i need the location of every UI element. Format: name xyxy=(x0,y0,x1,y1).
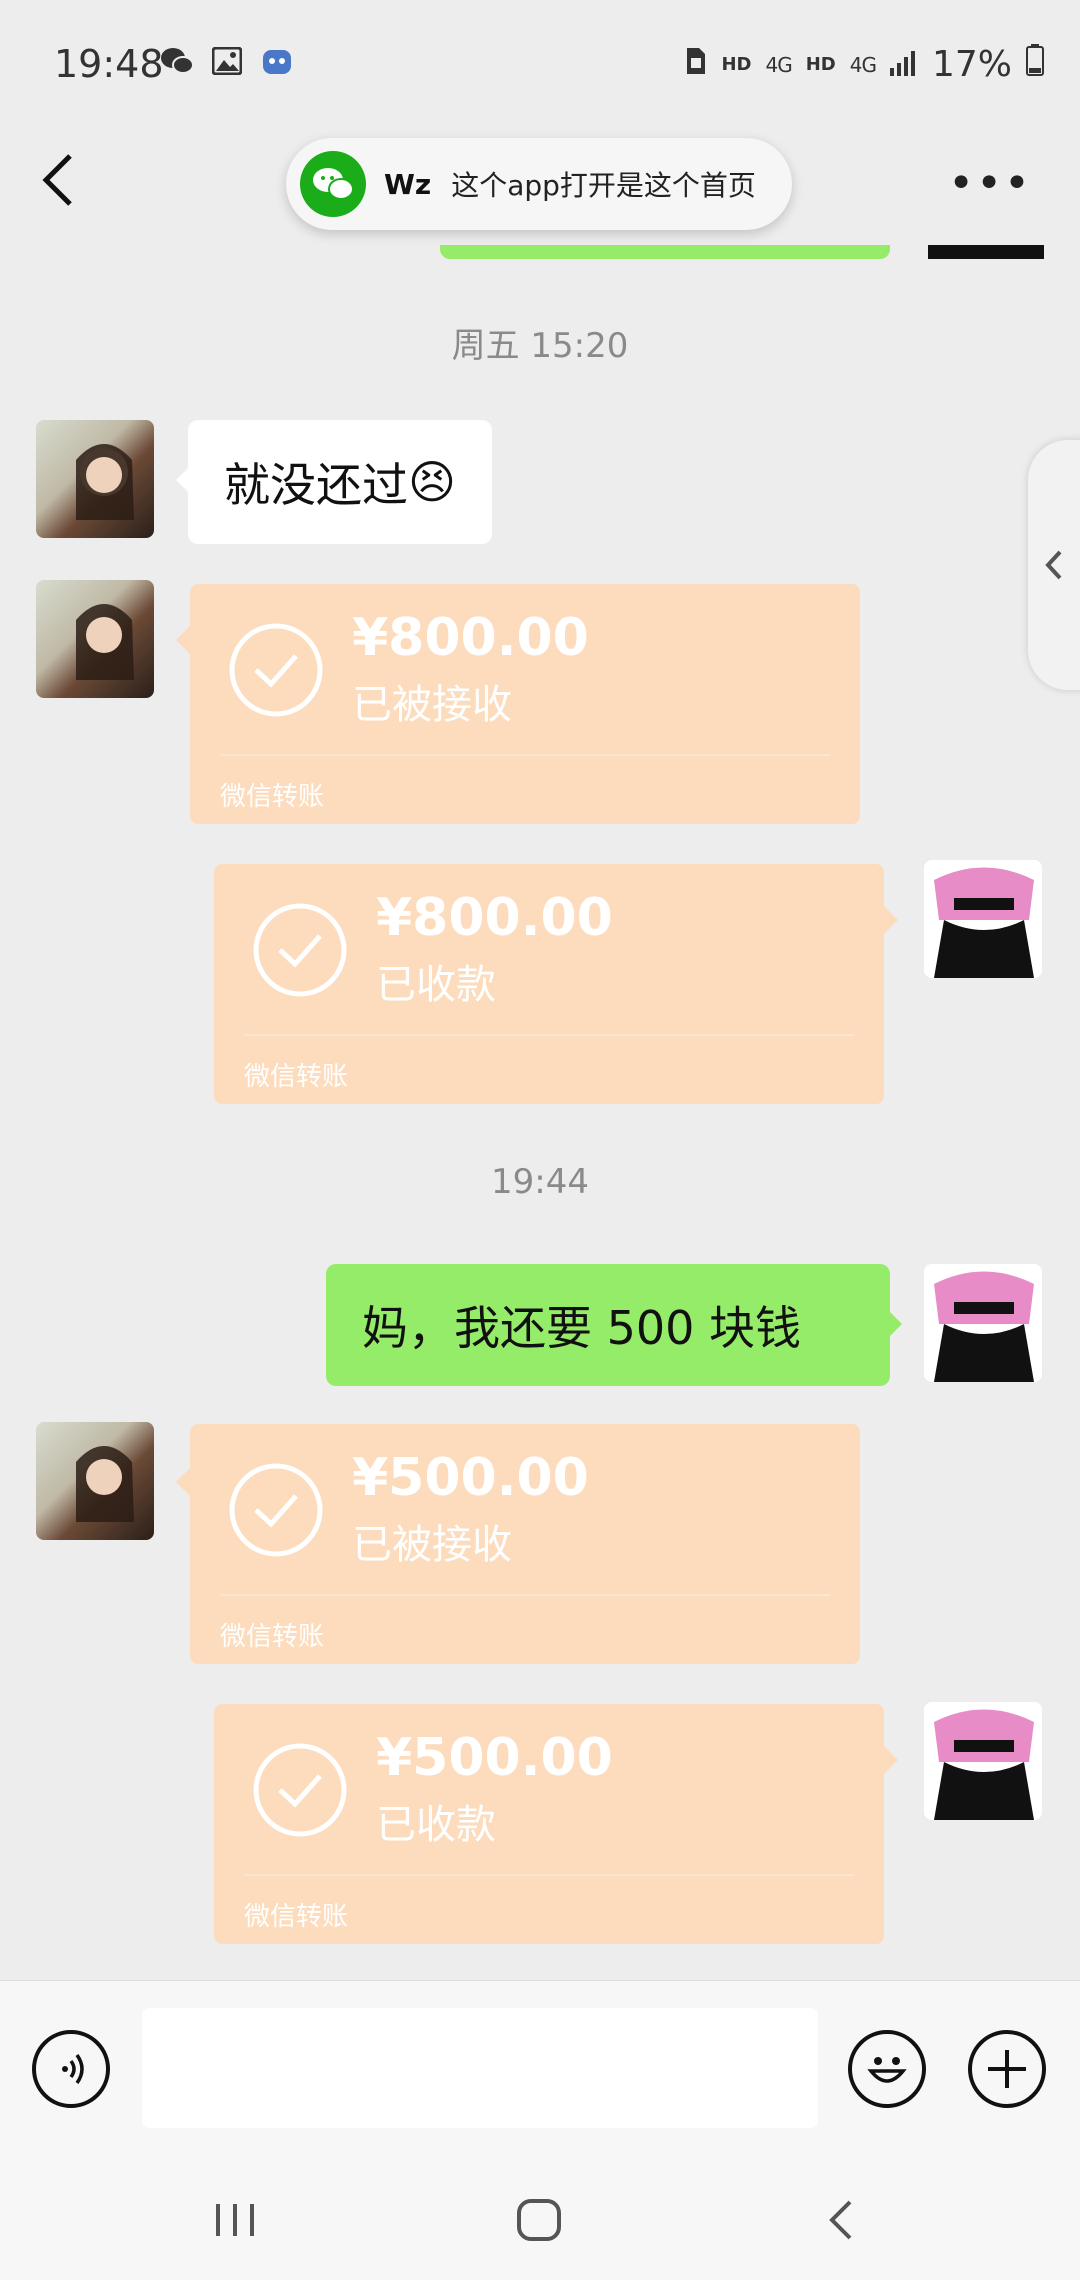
emoji: 😣 xyxy=(408,455,456,509)
network-type-1: 4G xyxy=(765,52,793,77)
timestamp: 周五 15:20 xyxy=(451,326,629,366)
previous-avatar-peek xyxy=(928,245,1044,259)
message-text: 妈，我还要 500 块钱 xyxy=(362,1301,802,1355)
my-avatar[interactable] xyxy=(924,1264,1042,1382)
previous-message-peek xyxy=(440,245,890,259)
more-functions-button[interactable] xyxy=(968,2030,1046,2108)
transfer-amount: ¥500.00 xyxy=(352,1448,589,1508)
battery-percent: 17% xyxy=(931,44,1012,85)
timestamp: 19:44 xyxy=(491,1162,589,1202)
check-circle-icon xyxy=(252,1742,348,1838)
robot-icon xyxy=(260,46,294,76)
contact-avatar[interactable] xyxy=(36,1422,154,1540)
transfer-footer: 微信转账 xyxy=(244,1902,349,1932)
check-circle-icon xyxy=(228,622,324,718)
signal-icon xyxy=(889,44,918,85)
plus-icon xyxy=(988,2050,1026,2088)
battery-icon xyxy=(1026,44,1044,85)
status-bar: 19:48 HD 4G HD 4G 17% xyxy=(0,0,1080,130)
network-hd-1: HD xyxy=(721,54,752,75)
edge-panel-handle[interactable] xyxy=(1028,440,1080,690)
contact-avatar[interactable] xyxy=(36,580,154,698)
recents-icon[interactable] xyxy=(214,2200,256,2240)
voice-input-button[interactable] xyxy=(32,2030,110,2108)
notification-banner[interactable]: Wz 这个app打开是这个首页 xyxy=(286,138,792,230)
transfer-footer: 微信转账 xyxy=(244,1062,349,1092)
transfer-card[interactable]: ¥500.00 已收款 微信转账 xyxy=(214,1704,884,1944)
transfer-status: 已被接收 xyxy=(352,1522,512,1568)
transfer-amount: ¥800.00 xyxy=(352,608,589,668)
my-avatar[interactable] xyxy=(924,1702,1042,1820)
contact-avatar[interactable] xyxy=(36,420,154,538)
sim-icon xyxy=(685,44,707,85)
navigation-bar xyxy=(0,2150,1080,2280)
transfer-amount: ¥800.00 xyxy=(376,888,613,948)
gallery-icon xyxy=(210,46,244,76)
transfer-card[interactable]: ¥800.00 已被接收 微信转账 xyxy=(190,584,860,824)
transfer-status: 已被接收 xyxy=(352,682,512,728)
my-avatar[interactable] xyxy=(924,860,1042,978)
emoji-button[interactable] xyxy=(848,2030,926,2108)
voice-icon xyxy=(62,2053,84,2085)
message-bubble-sent[interactable]: 妈，我还要 500 块钱 xyxy=(326,1264,890,1386)
chevron-left-icon xyxy=(1045,550,1062,580)
notification-sender: Wz xyxy=(384,167,432,201)
transfer-footer: 微信转账 xyxy=(220,782,325,812)
transfer-footer: 微信转账 xyxy=(220,1622,325,1652)
home-icon[interactable] xyxy=(516,2198,562,2242)
notification-message: 这个app打开是这个首页 xyxy=(451,169,756,202)
wechat-icon xyxy=(160,46,194,76)
check-circle-icon xyxy=(252,902,348,998)
network-hd-2: HD xyxy=(805,54,836,75)
smiley-icon xyxy=(867,2057,907,2083)
status-time: 19:48 xyxy=(54,42,164,86)
status-left-icons xyxy=(160,46,294,76)
network-type-2: 4G xyxy=(849,52,877,77)
back-arrow-icon[interactable] xyxy=(34,150,84,210)
transfer-status: 已收款 xyxy=(376,962,496,1008)
check-circle-icon xyxy=(228,1462,324,1558)
transfer-card[interactable]: ¥500.00 已被接收 微信转账 xyxy=(190,1424,860,1664)
message-bubble-received[interactable]: 就没还过 😣 xyxy=(188,420,492,544)
status-right: HD 4G HD 4G 17% xyxy=(685,44,1044,85)
transfer-status: 已收款 xyxy=(376,1802,496,1848)
back-icon[interactable] xyxy=(826,2198,856,2242)
transfer-amount: ¥500.00 xyxy=(376,1728,613,1788)
message-input[interactable] xyxy=(142,2008,818,2128)
more-button[interactable]: ••• xyxy=(948,158,1032,209)
message-text: 就没还过 xyxy=(224,458,408,512)
transfer-card[interactable]: ¥800.00 已收款 微信转账 xyxy=(214,864,884,1104)
wechat-icon xyxy=(300,151,366,217)
